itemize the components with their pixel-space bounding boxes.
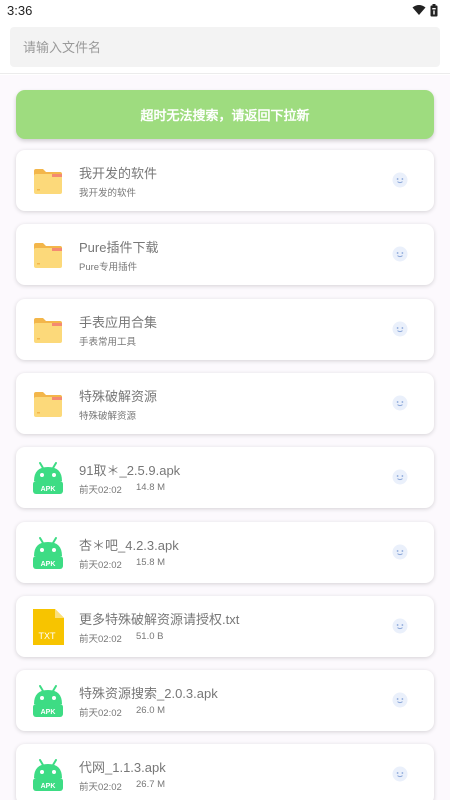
file-item[interactable]: TXT 更多特殊破解资源请授权.txt 前天02:02 51.0 B xyxy=(16,595,434,657)
item-date: 前天02:02 xyxy=(79,559,122,571)
item-action-icon[interactable] xyxy=(392,395,408,411)
folder-item[interactable]: 手表应用合集手表常用工具 xyxy=(16,298,434,360)
item-action-icon[interactable] xyxy=(392,544,408,560)
item-date: 前天02:02 xyxy=(79,485,122,497)
file-item[interactable]: APK 杏＊吧_4.2.3.apk 前天02:02 15.8 M xyxy=(16,521,434,583)
search-bar xyxy=(0,22,450,74)
item-subtitle: Pure专用插件 xyxy=(79,262,138,274)
item-title: 91取＊_2.5.9.apk xyxy=(79,463,181,479)
item-action-icon[interactable] xyxy=(392,321,408,337)
item-title: 手表应用合集 xyxy=(79,314,158,330)
folder-item[interactable]: 特殊破解资源 特殊破解资源 xyxy=(16,372,434,434)
item-action-icon[interactable] xyxy=(392,692,408,708)
item-title: 更多特殊破解资源请授权.txt xyxy=(79,611,240,627)
item-title: 特殊破解资源 xyxy=(79,388,158,404)
item-subtitle: 我开发的软件 xyxy=(79,188,137,199)
item-size: 51.0 B xyxy=(136,630,164,642)
item-date: 前天02:02 xyxy=(79,633,122,645)
folder-icon xyxy=(31,162,65,200)
txt-icon-label: TXT xyxy=(39,631,57,641)
folder-icon xyxy=(31,385,65,423)
apk-icon: APK xyxy=(31,534,65,572)
item-date: 前天02:02 xyxy=(79,782,122,794)
apk-icon: APK xyxy=(31,756,65,794)
item-date: 前天02:02 xyxy=(79,708,122,720)
apk-icon-label: APK xyxy=(41,561,56,568)
item-size: 26.7 M xyxy=(136,779,166,791)
main-content: 超时无法搜索，请返回下拉新 我开发的软件 我开发的软件 Pure插件下载 Pure专… xyxy=(0,75,450,800)
folder-icon xyxy=(31,311,65,349)
file-item[interactable]: APK 特殊资源搜索_2.0.3.apk 前天02:02 26.0 M xyxy=(16,670,434,732)
item-action-icon[interactable] xyxy=(392,469,408,485)
item-action-icon[interactable] xyxy=(392,766,408,782)
item-size: 15.8 M xyxy=(136,556,166,568)
folder-item[interactable]: 我开发的软件 我开发的软件 xyxy=(16,150,434,211)
status-bar: 3:36 xyxy=(0,0,450,22)
apk-icon-label: APK xyxy=(41,783,56,790)
item-action-icon[interactable] xyxy=(392,172,408,188)
item-title: Pure插件下载 xyxy=(79,240,159,256)
item-title: 代网_1.1.3.apk xyxy=(79,760,166,776)
folder-item[interactable]: Pure插件下载 Pure专用插件 xyxy=(16,224,434,286)
item-size: 26.0 M xyxy=(136,705,166,717)
item-size: 14.8 M xyxy=(136,482,166,494)
item-action-icon[interactable] xyxy=(392,618,408,634)
battery-icon xyxy=(430,3,438,16)
apk-icon: APK xyxy=(31,682,65,720)
apk-icon-label: APK xyxy=(41,709,56,716)
status-icons xyxy=(412,3,438,17)
status-time: 3:36 xyxy=(7,3,33,18)
apk-icon-label: APK xyxy=(41,486,56,493)
item-title: 杏＊吧_4.2.3.apk xyxy=(79,537,179,553)
apk-icon: APK xyxy=(31,459,65,497)
item-subtitle: 手表常用工具 xyxy=(79,336,137,348)
item-title: 特殊资源搜索_2.0.3.apk xyxy=(79,686,218,702)
wifi-icon xyxy=(412,5,426,15)
txt-icon: TXT xyxy=(31,608,65,646)
timeout-notice[interactable]: 超时无法搜索，请返回下拉新 xyxy=(16,90,434,139)
file-item[interactable]: APK 代网_1.1.3.apk 前天02:02 26.7 M xyxy=(16,744,434,800)
folder-icon xyxy=(31,236,65,274)
file-item[interactable]: APK 91取＊_2.5.9.apk 前天02:02 14.8 M xyxy=(16,447,434,509)
item-action-icon[interactable] xyxy=(392,246,408,262)
item-title: 我开发的软件 xyxy=(79,166,158,181)
item-subtitle: 特殊破解资源 xyxy=(79,410,137,422)
search-input[interactable] xyxy=(10,27,440,67)
